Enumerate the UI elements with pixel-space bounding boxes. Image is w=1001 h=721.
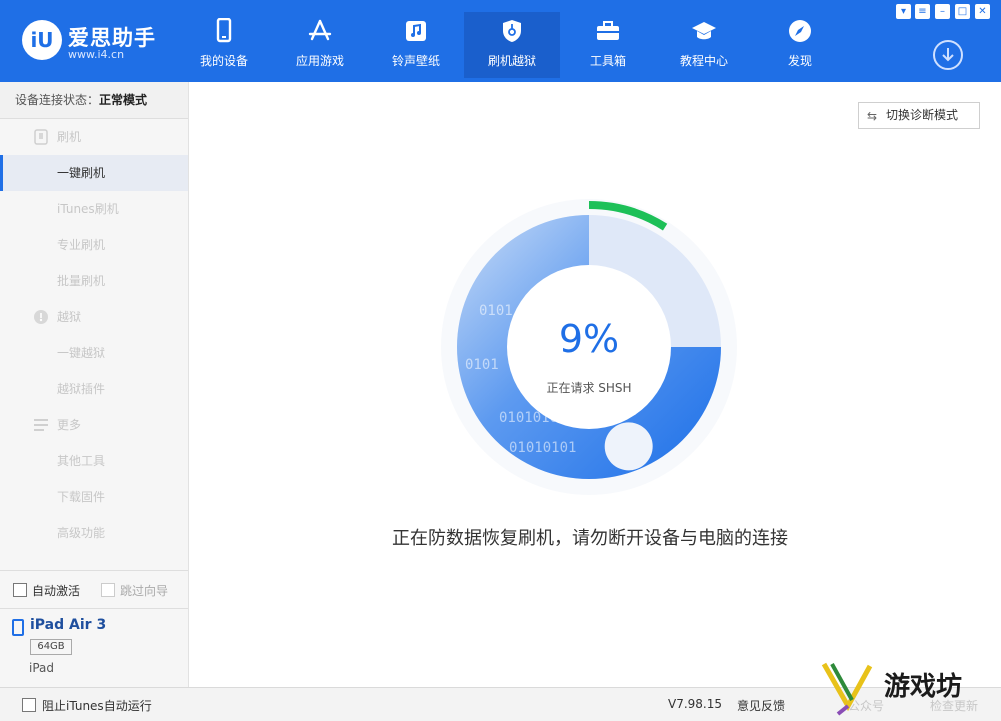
progress-status: 正在请求 SHSH (546, 381, 632, 395)
group-label: 刷机 (57, 130, 82, 144)
main-panel: ⇆ 切换诊断模式 0101 0101 01010101 01010101 9% … (189, 82, 1001, 687)
music-icon (406, 21, 426, 41)
device-name: iPad Air 3 (30, 617, 107, 633)
nav-label: 教程中心 (679, 54, 728, 68)
nav-label: 工具箱 (589, 54, 626, 68)
connection-status: 设备连接状态：正常模式 (0, 82, 188, 119)
top-bar: iU 爱思助手 www.i4.cn 我的设备 应用游戏 铃声壁纸 刷机越狱 工具… (0, 0, 1001, 82)
compass-icon (789, 20, 811, 42)
auto-activate-checkbox[interactable] (13, 583, 27, 597)
nav-ringtones[interactable]: 铃声壁纸 (368, 14, 464, 76)
list-icon (34, 419, 48, 431)
sidebar-item-itunes-flash[interactable]: iTunes刷机 (0, 191, 188, 227)
watermark-text: 游戏坊 (884, 672, 963, 702)
close-icon: ✕ (978, 6, 987, 17)
nav-toolbox[interactable]: 工具箱 (560, 14, 656, 76)
switch-diagnostic-mode-button[interactable]: ⇆ 切换诊断模式 (858, 102, 980, 129)
close-button[interactable]: ✕ (975, 4, 990, 19)
jailbreak-icon (34, 310, 48, 324)
nav-label: 发现 (787, 54, 812, 68)
nav-label: 铃声壁纸 (391, 54, 440, 68)
device-type: iPad (29, 661, 55, 675)
app-store-icon (308, 19, 332, 41)
nav-my-device[interactable]: 我的设备 (176, 14, 272, 76)
toolbox-icon (597, 21, 619, 40)
menu-icon: ≡ (918, 6, 927, 17)
nav-apps-games[interactable]: 应用游戏 (272, 14, 368, 76)
ring-cap (604, 422, 653, 471)
phone-icon (34, 129, 48, 145)
phone-icon (216, 18, 232, 43)
nav-flash-jailbreak[interactable]: 刷机越狱 (464, 12, 560, 78)
sidebar-item-pro-flash[interactable]: 专业刷机 (0, 227, 188, 263)
sidebar: 设备连接状态：正常模式 刷机 一键刷机 iTunes刷机 专业刷机 批量刷机 越… (0, 82, 189, 687)
group-label: 越狱 (57, 310, 82, 324)
nav-label: 我的设备 (199, 54, 248, 68)
logo-mark: iU (22, 20, 62, 60)
swap-icon: ⇆ (867, 109, 878, 123)
auto-activate-label: 自动激活 (32, 584, 81, 598)
shield-icon (503, 20, 521, 42)
diag-button-label: 切换诊断模式 (886, 108, 959, 122)
app-version: V7.98.15 (668, 697, 723, 711)
tablet-icon (12, 619, 24, 636)
binary-text: 01010101 (509, 440, 576, 456)
sidebar-item-one-click-flash[interactable]: 一键刷机 (0, 155, 188, 191)
skip-guide-label: 跳过向导 (120, 584, 169, 598)
minimize-icon: – (940, 6, 945, 17)
device-card[interactable]: iPad Air 3 64GB iPad (0, 608, 188, 687)
sidebar-item-batch-flash[interactable]: 批量刷机 (0, 263, 188, 299)
shirt-icon: ▾ (900, 6, 907, 17)
progress-percent: 9% (558, 317, 620, 361)
graduation-cap-icon (692, 22, 716, 40)
skip-guide-checkbox[interactable] (101, 583, 115, 597)
group-jailbreak[interactable]: 越狱 (0, 299, 188, 335)
progress-ring: 0101 0101 01010101 01010101 9% 正在请求 SHSH (439, 197, 739, 497)
binary-text: 01010101 (499, 410, 566, 426)
app-url: www.i4.cn (68, 48, 125, 61)
maximize-button[interactable]: □ (955, 4, 970, 19)
device-capacity: 64GB (30, 639, 72, 655)
block-itunes-checkbox[interactable] (22, 698, 36, 712)
sidebar-item-other-tools[interactable]: 其他工具 (0, 443, 188, 479)
download-icon (942, 48, 954, 62)
group-flash[interactable]: 刷机 (0, 119, 188, 155)
sidebar-item-jailbreak-plugins[interactable]: 越狱插件 (0, 371, 188, 407)
block-itunes-label: 阻止iTunes自动运行 (42, 699, 152, 713)
watermark: 游戏坊 (818, 660, 998, 718)
status-label: 设备连接状态： (15, 93, 100, 107)
sidebar-item-one-click-jailbreak[interactable]: 一键越狱 (0, 335, 188, 371)
feedback-link[interactable]: 意见反馈 (737, 697, 785, 714)
maximize-icon: □ (957, 6, 968, 17)
nav-label: 应用游戏 (295, 54, 344, 68)
minimize-button[interactable]: – (935, 4, 950, 19)
group-label: 更多 (57, 418, 82, 432)
watermark-logo-icon (821, 662, 873, 716)
app-logo: iU 爱思助手 www.i4.cn (22, 20, 162, 64)
flash-warning-text: 正在防数据恢复刷机，请勿断开设备与电脑的连接 (392, 528, 788, 549)
sidebar-item-download-firmware[interactable]: 下载固件 (0, 479, 188, 515)
sidebar-options: 自动激活 跳过向导 (0, 570, 188, 608)
download-button[interactable] (933, 40, 963, 70)
status-value: 正常模式 (99, 93, 148, 107)
sidebar-item-advanced[interactable]: 高级功能 (0, 515, 188, 551)
menu-button[interactable]: ≡ (915, 4, 930, 19)
group-more[interactable]: 更多 (0, 407, 188, 443)
nav-discover[interactable]: 发现 (752, 14, 848, 76)
skin-button[interactable]: ▾ (896, 4, 911, 19)
nav-tutorials[interactable]: 教程中心 (656, 14, 752, 76)
nav-label: 刷机越狱 (487, 54, 536, 68)
